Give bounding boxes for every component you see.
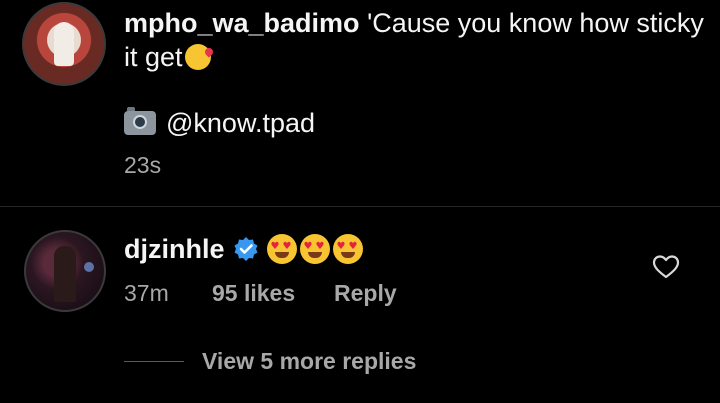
camera-icon [124,107,156,135]
view-replies-label[interactable]: View 5 more replies [202,348,416,375]
credit-handle[interactable]: @know.tpad [166,106,315,140]
avatar-figure [54,246,76,302]
post-timestamp: 23s [124,152,162,178]
kissing-heart-emoji-icon [184,44,211,70]
post-author-avatar[interactable] [22,2,106,86]
photo-credit: @know.tpad [124,106,315,140]
heart-eyes-emoji-icon: ♥ ♥ [332,234,363,264]
post-caption: mpho_wa_badimo 'Cause you know how stick… [124,6,704,74]
avatar-light [84,262,94,272]
comment-meta: 37m 95 likes Reply [124,280,397,307]
comment-likes[interactable]: 95 likes [212,280,334,307]
post-author-username[interactable]: mpho_wa_badimo [124,8,360,38]
reply-button[interactable]: Reply [334,280,397,307]
heart-eyes-emoji-icon: ♥ ♥ [266,234,297,264]
view-more-replies[interactable]: View 5 more replies [124,348,416,375]
comment-timestamp: 37m [124,280,169,306]
commenter-username[interactable]: djzinhle [124,232,225,266]
verified-badge-icon [233,236,259,262]
heart-eyes-emoji-icon: ♥ ♥ [299,234,330,264]
heart-outline-icon[interactable] [652,254,680,280]
replies-line [124,361,184,362]
commenter-avatar[interactable] [24,230,106,312]
divider [0,206,720,207]
avatar-figure [54,22,74,66]
comment-header: djzinhle ♥ ♥ ♥ ♥ ♥ ♥ [124,232,366,266]
